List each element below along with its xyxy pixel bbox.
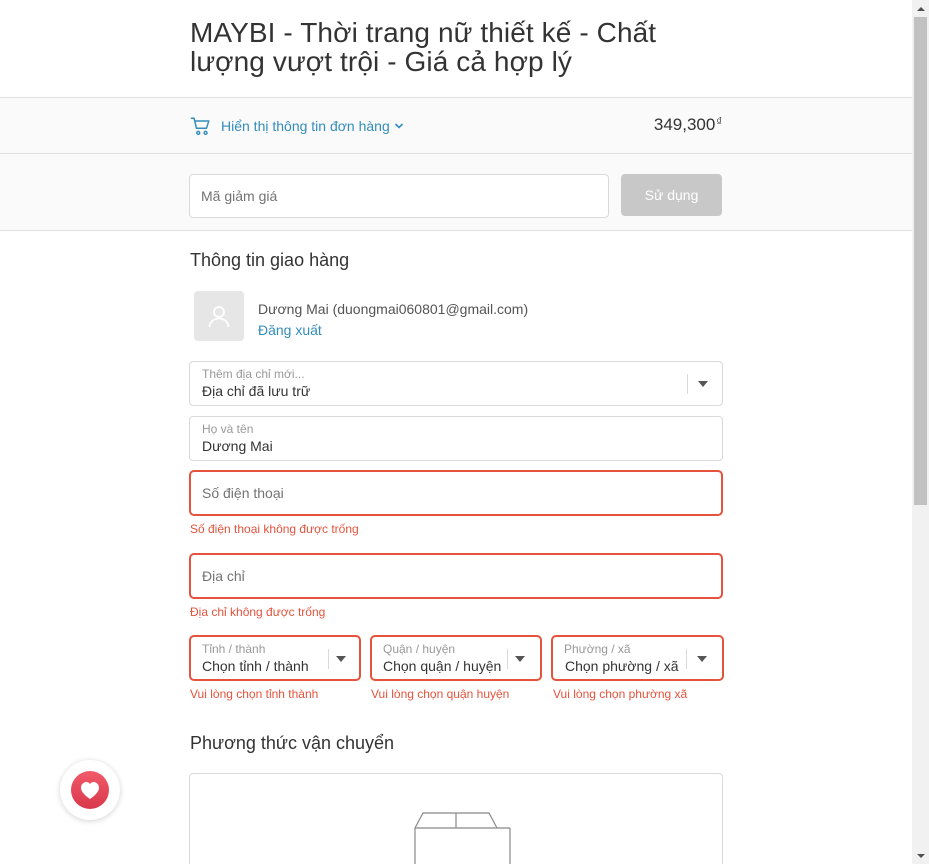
ward-error: Vui lòng chọn phường xã	[553, 687, 688, 701]
avatar	[194, 291, 244, 341]
district-select[interactable]: Quận / huyện Chọn quận / huyện	[370, 635, 542, 681]
ward-value: Chọn phường / xã	[565, 658, 679, 674]
scroll-up-button[interactable]	[912, 0, 929, 17]
shipping-method-box	[189, 773, 723, 864]
caret-down-icon	[336, 656, 346, 662]
full-name-value: Dương Mai	[202, 438, 273, 454]
order-total-amount: 349,300	[653, 115, 716, 134]
phone-placeholder: Số điện thoại	[202, 485, 284, 501]
full-name-field[interactable]: Họ và tên Dương Mai	[189, 416, 723, 461]
checkout-page: MAYBI - Thời trang nữ thiết kế - Chất lư…	[0, 0, 912, 864]
province-error: Vui lòng chọn tỉnh thành	[190, 687, 319, 701]
wishlist-button[interactable]	[60, 760, 120, 820]
full-name-label: Họ và tên	[202, 422, 254, 436]
province-value: Chọn tỉnh / thành	[202, 658, 309, 674]
heart-badge-inner	[71, 771, 109, 809]
shipping-info-title: Thông tin giao hàng	[190, 250, 350, 270]
order-total: 349,300₫	[654, 115, 722, 135]
address-placeholder: Địa chỉ	[202, 568, 245, 584]
triangle-up-icon	[916, 6, 925, 11]
vertical-scrollbar[interactable]	[912, 0, 929, 864]
chevron-down-icon	[394, 123, 403, 129]
phone-error: Số điện thoại không được trống	[190, 522, 359, 536]
shipping-method-title: Phương thức vận chuyển	[190, 733, 395, 753]
caret-down-icon	[698, 381, 708, 387]
address-error: Địa chỉ không được trống	[190, 605, 326, 619]
order-summary-toggle[interactable]: Hiển thị thông tin đơn hàng	[190, 115, 404, 137]
saved-address-select[interactable]: Thêm địa chỉ mới... Địa chỉ đã lưu trữ	[189, 361, 723, 406]
currency-symbol: ₫	[716, 116, 722, 128]
discount-section: Sử dụng	[0, 154, 912, 231]
select-divider	[507, 649, 508, 669]
saved-address-value: Địa chỉ đã lưu trữ	[202, 383, 311, 399]
address-field[interactable]: Địa chỉ	[189, 553, 723, 599]
order-summary-label: Hiển thị thông tin đơn hàng	[221, 118, 390, 134]
saved-address-label: Thêm địa chỉ mới...	[202, 367, 305, 381]
order-summary-bar: Hiển thị thông tin đơn hàng 349,300₫	[0, 98, 912, 154]
user-icon	[208, 306, 230, 328]
district-value: Chọn quận / huyện	[383, 658, 502, 674]
cart-icon	[190, 117, 210, 136]
discount-code-input[interactable]	[189, 174, 609, 218]
store-name-link[interactable]: MAYBI - Thời trang nữ thiết kế - Chất lư…	[190, 18, 680, 76]
triangle-down-icon	[916, 853, 925, 858]
ward-label: Phường / xã	[564, 642, 631, 656]
scrollbar-thumb[interactable]	[914, 17, 927, 505]
province-label: Tỉnh / thành	[202, 642, 266, 656]
ward-select[interactable]: Phường / xã Chọn phường / xã	[551, 635, 724, 681]
box-icon	[414, 812, 511, 864]
caret-down-icon	[697, 656, 707, 662]
heart-icon	[81, 782, 99, 799]
phone-field[interactable]: Số điện thoại	[189, 470, 723, 516]
select-divider	[687, 374, 688, 394]
header: MAYBI - Thời trang nữ thiết kế - Chất lư…	[0, 0, 912, 98]
province-select[interactable]: Tỉnh / thành Chọn tỉnh / thành	[189, 635, 361, 681]
caret-down-icon	[515, 656, 525, 662]
scroll-down-button[interactable]	[912, 847, 929, 864]
apply-discount-button[interactable]: Sử dụng	[621, 174, 722, 216]
select-divider	[686, 649, 687, 669]
logout-link[interactable]: Đăng xuất	[258, 320, 528, 341]
customer-info: Dương Mai (duongmai060801@gmail.com) Đăn…	[194, 291, 528, 341]
district-label: Quận / huyện	[383, 642, 456, 656]
select-divider	[328, 649, 329, 669]
customer-name-email: Dương Mai (duongmai060801@gmail.com)	[258, 301, 529, 317]
district-error: Vui lòng chọn quận huyện	[371, 687, 510, 701]
